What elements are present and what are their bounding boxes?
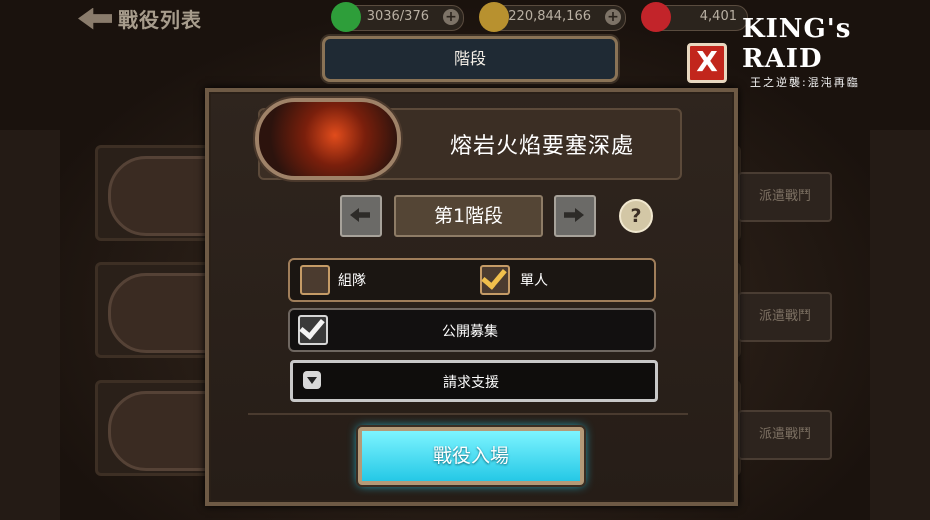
right-pillar-decoration bbox=[870, 130, 930, 520]
close-button[interactable]: X bbox=[687, 43, 727, 83]
left-pillar-decoration bbox=[0, 130, 60, 520]
enter-campaign-button[interactable]: 戰役入場 bbox=[358, 427, 584, 485]
previous-stage-button[interactable] bbox=[340, 195, 382, 237]
stamina-value: 3036/376 bbox=[366, 9, 429, 24]
solo-checkbox[interactable] bbox=[480, 265, 510, 295]
party-label: 組隊 bbox=[338, 273, 366, 289]
next-stage-button[interactable] bbox=[554, 195, 596, 237]
gold-coin-icon bbox=[479, 2, 509, 32]
party-checkbox[interactable] bbox=[300, 265, 330, 295]
mode-selector: 組隊 單人 bbox=[288, 258, 656, 302]
add-stamina-button[interactable]: + bbox=[443, 9, 459, 25]
dungeon-image bbox=[255, 98, 401, 180]
request-support-label: 請求支援 bbox=[443, 375, 499, 391]
request-support-dropdown[interactable]: 請求支援 bbox=[290, 360, 658, 402]
stage-label: 第1階段 bbox=[394, 195, 543, 237]
left-arrow-icon bbox=[350, 208, 370, 222]
add-gold-button[interactable]: + bbox=[605, 9, 621, 25]
public-recruit-label: 公開募集 bbox=[442, 324, 498, 340]
dispatch-battle-button[interactable]: 派遣戰鬥 bbox=[738, 292, 832, 342]
gem-value: 4,401 bbox=[699, 9, 737, 24]
gold-counter: 220,844,166 + bbox=[479, 2, 626, 32]
right-arrow-icon bbox=[564, 208, 584, 222]
stamina-counter: 3036/376 + bbox=[331, 2, 464, 32]
dungeon-name: 熔岩火焰要塞深處 bbox=[450, 134, 635, 159]
dialog-title: 階段 bbox=[453, 49, 486, 68]
lightning-icon bbox=[331, 2, 361, 32]
public-recruit-row[interactable]: 公開募集 bbox=[288, 308, 656, 352]
public-recruit-checkbox[interactable] bbox=[298, 315, 328, 345]
dispatch-battle-button[interactable]: 派遣戰鬥 bbox=[738, 172, 832, 222]
help-button[interactable]: ? bbox=[619, 199, 653, 233]
stage-selector: 第1階段 ? bbox=[340, 193, 660, 237]
back-button[interactable]: 戰役列表 bbox=[78, 4, 202, 33]
solo-label: 單人 bbox=[520, 273, 548, 289]
divider bbox=[248, 413, 688, 415]
gem-counter: 4,401 bbox=[641, 2, 748, 32]
chevron-down-icon bbox=[303, 371, 321, 389]
red-gem-icon bbox=[641, 2, 671, 32]
dispatch-battle-button[interactable]: 派遣戰鬥 bbox=[738, 410, 832, 460]
logo-subtitle: 王之逆襲:混沌再臨 bbox=[750, 76, 860, 89]
logo-title: KING's RAID bbox=[742, 14, 852, 74]
dialog-title-bar: 階段 bbox=[322, 36, 618, 82]
back-label: 戰役列表 bbox=[118, 8, 202, 32]
game-logo: KING's RAID 王之逆襲:混沌再臨 bbox=[742, 14, 930, 90]
gold-value: 220,844,166 bbox=[508, 9, 591, 24]
back-arrow-icon bbox=[78, 7, 112, 30]
